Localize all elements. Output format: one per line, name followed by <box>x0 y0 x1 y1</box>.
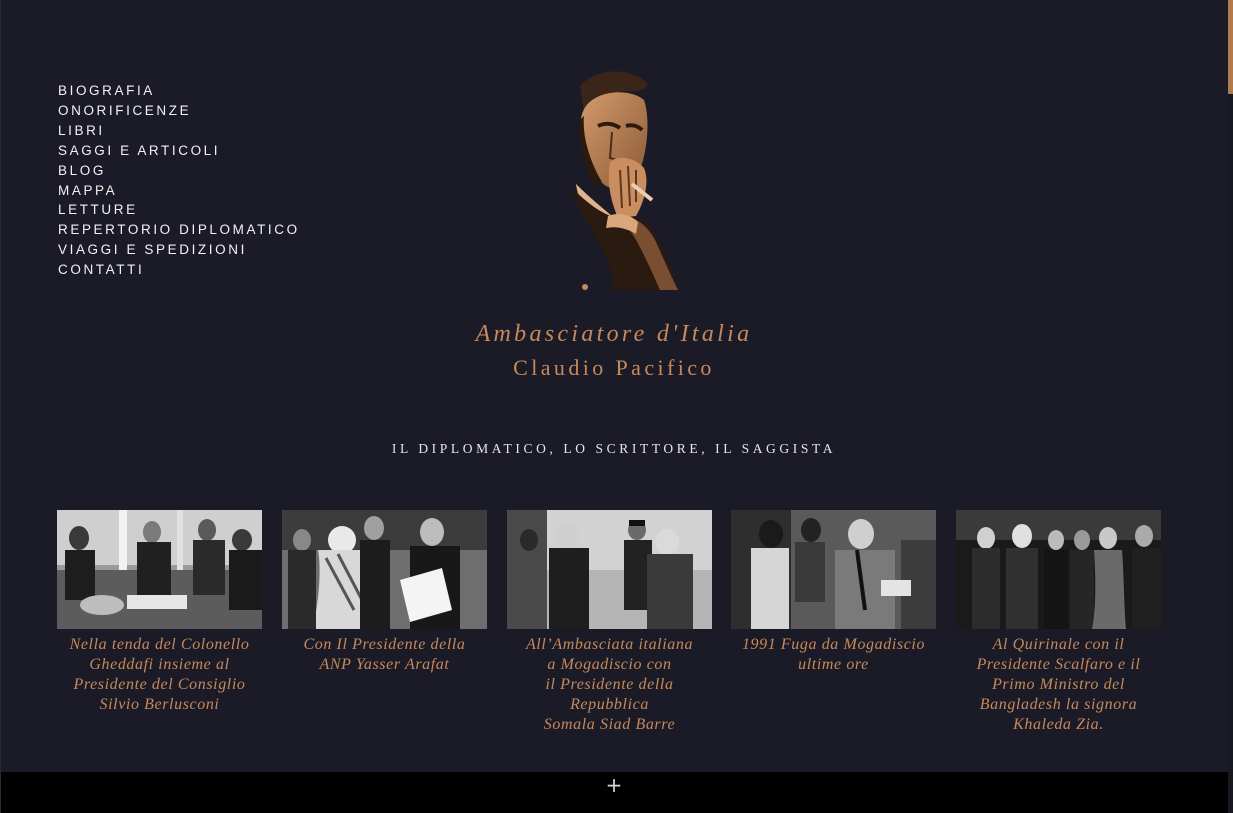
gallery-photo-gheddafi[interactable] <box>57 510 262 629</box>
nav-item-viaggi-e-spedizioni[interactable]: VIAGGI E SPEDIZIONI <box>58 240 300 260</box>
caption-line: All’Ambasciata italiana <box>525 636 694 653</box>
nav-item-saggi-e-articoli[interactable]: SAGGI E ARTICOLI <box>58 141 300 161</box>
caption-line: Khaleda Zia. <box>1013 716 1104 733</box>
nav-item-onorificenze[interactable]: ONORIFICENZE <box>58 101 300 121</box>
caption-line: ANP Yasser Arafat <box>319 656 450 673</box>
gallery-caption: Al Quirinale con il Presidente Scalfaro … <box>956 635 1161 735</box>
caption-line: 1991 Fuga da Mogadiscio <box>741 636 926 653</box>
gallery-item: Con Il Presidente della ANP Yasser Arafa… <box>282 510 487 675</box>
gallery-photo-mogadiscio[interactable] <box>731 510 936 629</box>
gallery-photo-siad-barre[interactable] <box>507 510 712 629</box>
nav-item-libri[interactable]: LIBRI <box>58 121 300 141</box>
caption-line: ultime ore <box>798 656 869 673</box>
photo-gallery: Nella tenda del Colonello Gheddafi insie… <box>57 510 1162 750</box>
scrollbar-thumb[interactable] <box>1228 0 1233 94</box>
scrollbar-track[interactable] <box>1228 0 1233 813</box>
portrait-image <box>570 71 678 290</box>
gallery-item: All’Ambasciata italiana a Mogadiscio con… <box>507 510 712 735</box>
caption-line: Silvio Berlusconi <box>99 696 220 713</box>
nav-item-contatti[interactable]: CONTATTI <box>58 260 300 280</box>
page-title-role: Ambasciatore d'Italia <box>475 321 753 347</box>
gallery-item: Nella tenda del Colonello Gheddafi insie… <box>57 510 262 715</box>
caption-line: il Presidente della <box>545 676 674 693</box>
gallery-photo-quirinale[interactable] <box>956 510 1161 629</box>
nav-item-repertorio-diplomatico[interactable]: REPERTORIO DIPLOMATICO <box>58 220 300 240</box>
nav-item-letture[interactable]: LETTURE <box>58 200 300 220</box>
caption-line: Primo Ministro del <box>992 676 1125 693</box>
gallery-item: 1991 Fuga da Mogadiscio ultime ore <box>731 510 936 675</box>
page-tagline: IL DIPLOMATICO, LO SCRITTORE, IL SAGGIST… <box>391 441 837 456</box>
caption-line: Bangladesh la signora <box>979 696 1138 713</box>
nav-item-mappa[interactable]: MAPPA <box>58 181 300 201</box>
caption-line: Nella tenda del Colonello <box>69 636 250 653</box>
gallery-photo-arafat[interactable] <box>282 510 487 629</box>
page-title-name: Claudio Pacifico <box>513 355 715 380</box>
caption-line: Gheddafi insieme al <box>89 656 230 673</box>
gallery-caption: Con Il Presidente della ANP Yasser Arafa… <box>282 635 487 675</box>
caption-line: a Mogadiscio con <box>547 656 672 673</box>
caption-line: Al Quirinale con il <box>992 636 1125 653</box>
caption-line: Presidente del Consiglio <box>73 676 246 693</box>
nav-item-blog[interactable]: BLOG <box>58 161 300 181</box>
caption-line: Con Il Presidente della <box>303 636 466 653</box>
main-nav: BIOGRAFIA ONORIFICENZE LIBRI SAGGI E ART… <box>58 81 300 280</box>
caption-line: Somala Siad Barre <box>543 716 676 733</box>
gallery-caption: All’Ambasciata italiana a Mogadiscio con… <box>507 635 712 735</box>
gallery-caption: Nella tenda del Colonello Gheddafi insie… <box>57 635 262 715</box>
plus-icon[interactable]: + <box>604 775 624 795</box>
nav-item-biografia[interactable]: BIOGRAFIA <box>58 81 300 101</box>
gallery-caption: 1991 Fuga da Mogadiscio ultime ore <box>731 635 936 675</box>
caption-line: Repubblica <box>570 696 649 713</box>
caption-line: Presidente Scalfaro e il <box>976 656 1141 673</box>
gallery-item: Al Quirinale con il Presidente Scalfaro … <box>956 510 1161 735</box>
